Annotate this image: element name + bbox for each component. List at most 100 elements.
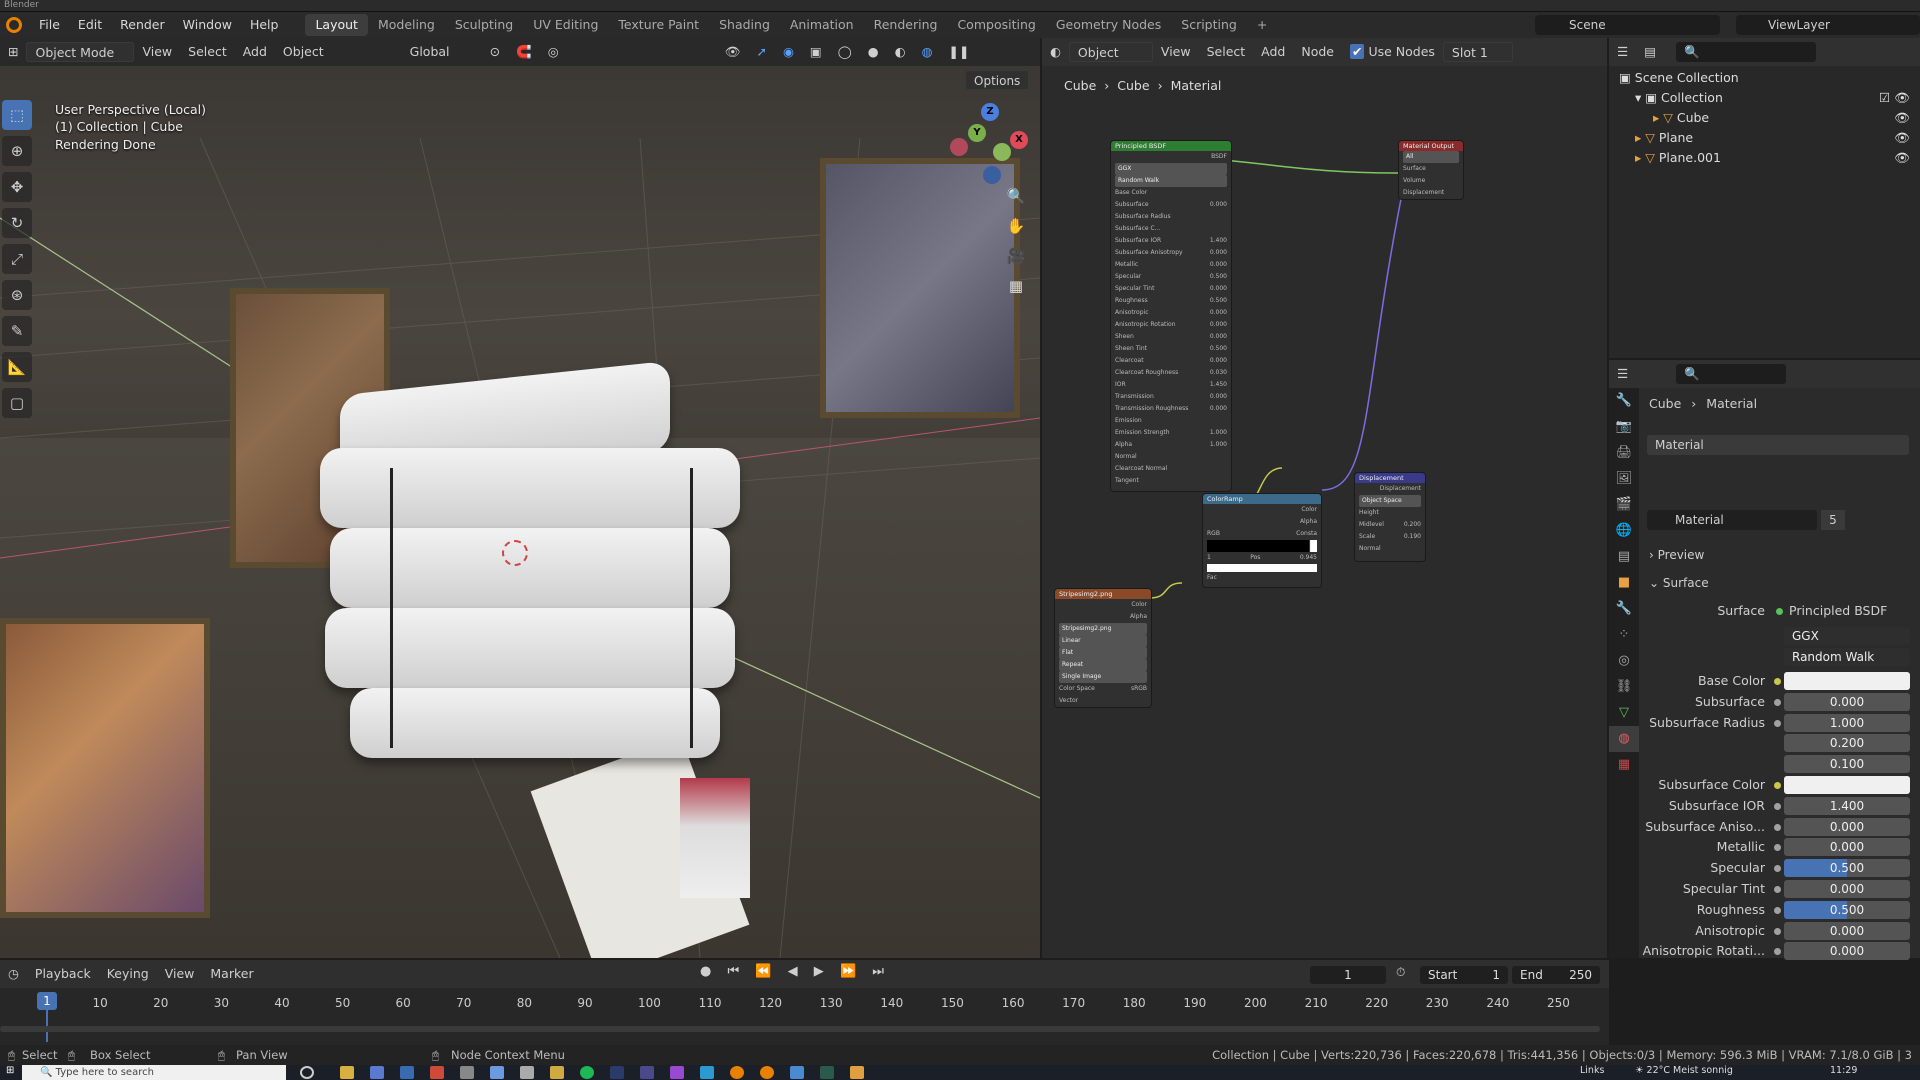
cube-eye-icon[interactable]: 👁 bbox=[1894, 108, 1910, 128]
image-extension[interactable]: Repeat bbox=[1059, 659, 1147, 671]
bsdf-input-row[interactable]: Alpha 1.000 bbox=[1111, 439, 1231, 451]
scene-tab-icon[interactable]: 🎬 bbox=[1609, 492, 1639, 518]
measure-tool-icon[interactable]: 📐 bbox=[2, 352, 32, 382]
shading-wireframe-icon[interactable]: ◯ bbox=[830, 42, 860, 62]
add-workspace-button[interactable]: + bbox=[1247, 14, 1277, 36]
object-tab-icon[interactable]: ■ bbox=[1609, 570, 1639, 596]
gizmo-x-axis[interactable]: X bbox=[1010, 131, 1028, 149]
bsdf-input-value[interactable]: 0.000 bbox=[1210, 259, 1227, 271]
property-value-field[interactable]: 1.000 bbox=[1784, 713, 1910, 732]
bsdf-input-row[interactable]: Subsurface Anisotropy 0.000 bbox=[1111, 247, 1231, 259]
gizmo-neg-z[interactable] bbox=[983, 166, 1001, 184]
bsdf-distribution[interactable]: GGX bbox=[1115, 163, 1227, 175]
app-purple-icon[interactable] bbox=[640, 1066, 654, 1079]
image-source[interactable]: Single Image bbox=[1059, 671, 1147, 683]
outliner-item-plane001[interactable]: ▸ ▽ Plane.001 👁 bbox=[1609, 148, 1920, 168]
windows-start-icon[interactable]: ⊞ bbox=[6, 1065, 14, 1076]
current-frame-field[interactable]: 1 bbox=[1310, 966, 1386, 984]
property-value-field[interactable]: 0.000 bbox=[1784, 880, 1910, 898]
node-color-ramp[interactable]: ColorRamp Color Alpha RGB Consta 1 Pos 0.94… bbox=[1202, 493, 1322, 588]
bsdf-input-value[interactable]: 0.000 bbox=[1210, 391, 1227, 403]
image-projection[interactable]: Flat bbox=[1059, 647, 1147, 659]
jump-start-icon[interactable]: ⏮ bbox=[727, 964, 745, 979]
property-value-field[interactable]: 0.100 bbox=[1784, 755, 1910, 774]
bsdf-input-value[interactable]: 0.000 bbox=[1210, 331, 1227, 343]
bsdf-input-row[interactable]: Base Color bbox=[1111, 187, 1231, 199]
bsdf-input-value[interactable]: 0.500 bbox=[1210, 271, 1227, 283]
tab-texture-paint[interactable]: Texture Paint bbox=[608, 14, 709, 36]
distribution-select[interactable]: GGX bbox=[1784, 627, 1910, 645]
bsdf-input-row[interactable]: Anisotropic 0.000 bbox=[1111, 307, 1231, 319]
xray-icon[interactable]: ▣ bbox=[802, 42, 830, 62]
timeline-type-icon[interactable]: ◷ bbox=[0, 964, 27, 984]
annotate-tool-icon[interactable]: ✎ bbox=[2, 316, 32, 346]
bsdf-input-value[interactable]: 0.000 bbox=[1210, 403, 1227, 415]
tab-modeling[interactable]: Modeling bbox=[368, 14, 445, 36]
bsdf-input-row[interactable]: Subsurface Radius bbox=[1111, 211, 1231, 223]
bsdf-input-row[interactable]: Transmission Roughness 0.000 bbox=[1111, 403, 1231, 415]
bsdf-input-row[interactable]: Normal bbox=[1111, 451, 1231, 463]
bsdf-input-value[interactable]: 1.000 bbox=[1210, 439, 1227, 451]
snap-icon[interactable]: 🧲 bbox=[508, 42, 540, 62]
gizmo-y-axis[interactable]: Y bbox=[968, 124, 986, 142]
bsdf-input-row[interactable]: Sheen 0.000 bbox=[1111, 331, 1231, 343]
app-ds-icon[interactable] bbox=[790, 1066, 804, 1079]
ramp-interp[interactable]: Consta bbox=[1296, 528, 1317, 540]
proportional-icon[interactable]: ◎ bbox=[540, 42, 567, 62]
transform-tool-icon[interactable]: ⊛ bbox=[2, 280, 32, 310]
playhead-frame-badge[interactable]: 1 bbox=[37, 992, 57, 1010]
bsdf-input-value[interactable]: 0.500 bbox=[1210, 343, 1227, 355]
outliner-type-icon[interactable]: ☰ bbox=[1609, 42, 1636, 62]
bsdf-input-row[interactable]: Transmission 0.000 bbox=[1111, 391, 1231, 403]
select-box-tool-icon[interactable]: ⬚ bbox=[2, 100, 32, 130]
bsdf-input-row[interactable]: Subsurface IOR 1.400 bbox=[1111, 235, 1231, 247]
timeline-menu-playback[interactable]: Playback bbox=[27, 964, 99, 984]
property-value-field[interactable]: 0.000 bbox=[1784, 817, 1910, 836]
app-n-icon[interactable] bbox=[520, 1066, 534, 1079]
camera-icon[interactable]: 🎥 bbox=[1003, 243, 1029, 269]
outliner-item-plane[interactable]: ▸ ▽ Plane 👁 bbox=[1609, 128, 1920, 148]
property-value-field[interactable]: 0.000 bbox=[1784, 838, 1910, 857]
node-principled-bsdf[interactable]: Principled BSDF BSDF GGX Random Walk Bas… bbox=[1110, 140, 1232, 492]
world-tab-icon[interactable]: 🌐 bbox=[1609, 518, 1639, 544]
bsdf-input-value[interactable]: 0.500 bbox=[1210, 295, 1227, 307]
shading-rendered-icon[interactable]: ◍ bbox=[914, 42, 941, 62]
pivot-icon[interactable]: ⊙ bbox=[482, 42, 508, 62]
property-value-field[interactable]: 0.000 bbox=[1784, 921, 1910, 940]
tab-rendering[interactable]: Rendering bbox=[864, 14, 948, 36]
property-value-field[interactable]: 0.200 bbox=[1784, 734, 1910, 753]
shading-solid-icon[interactable]: ● bbox=[860, 42, 887, 62]
bsdf-input-value[interactable]: 0.030 bbox=[1210, 367, 1227, 379]
timeline-editor[interactable]: ◷ Playback Keying View Marker ● ⏮ ⏪ ◀ ▶ … bbox=[0, 960, 1609, 1045]
material-selector[interactable]: Material bbox=[1647, 510, 1817, 530]
output-target[interactable]: All bbox=[1403, 151, 1459, 163]
output-tab-icon[interactable]: 🖨 bbox=[1609, 440, 1639, 466]
zoom-icon[interactable]: 🔍 bbox=[1003, 183, 1029, 209]
view-layer-selector[interactable]: ViewLayer bbox=[1736, 15, 1920, 35]
surface-panel[interactable]: ⌄ Surface bbox=[1649, 576, 1709, 590]
add-cube-tool-icon[interactable]: ▢ bbox=[2, 388, 32, 418]
bsdf-input-row[interactable]: Subsurface 0.000 bbox=[1111, 199, 1231, 211]
image-colorspace[interactable]: sRGB bbox=[1131, 683, 1147, 695]
pause-render-icon[interactable]: ❚❚ bbox=[940, 42, 977, 62]
photoshop-icon[interactable] bbox=[610, 1066, 624, 1079]
bsdf-input-value[interactable]: 1.000 bbox=[1210, 427, 1227, 439]
render-tab-icon[interactable]: 📷 bbox=[1609, 414, 1639, 440]
image-interp[interactable]: Linear bbox=[1059, 635, 1147, 647]
bsdf-input-value[interactable]: 1.450 bbox=[1210, 379, 1227, 391]
tab-geometry-nodes[interactable]: Geometry Nodes bbox=[1046, 14, 1171, 36]
node-displacement[interactable]: Displacement Displacement Object Space H… bbox=[1354, 472, 1426, 562]
taskbar-clock[interactable]: 11:29 bbox=[1830, 1065, 1857, 1076]
bsdf-input-value[interactable]: 0.000 bbox=[1210, 247, 1227, 259]
file-explorer-icon[interactable] bbox=[340, 1066, 354, 1079]
viewport-menu-select[interactable]: Select bbox=[180, 42, 235, 62]
ortho-grid-icon[interactable]: ▦ bbox=[1003, 273, 1029, 299]
bsdf-input-row[interactable]: Metallic 0.000 bbox=[1111, 259, 1231, 271]
scene-selector[interactable]: Scene bbox=[1535, 15, 1720, 35]
sss-method-select[interactable]: Random Walk bbox=[1784, 648, 1910, 666]
bsdf-input-row[interactable]: Clearcoat Roughness 0.030 bbox=[1111, 367, 1231, 379]
bsdf-input-value[interactable]: 0.000 bbox=[1210, 199, 1227, 211]
app-orange-icon[interactable] bbox=[850, 1066, 864, 1079]
tab-sculpting[interactable]: Sculpting bbox=[445, 14, 523, 36]
bsdf-input-value[interactable]: 0.000 bbox=[1210, 307, 1227, 319]
